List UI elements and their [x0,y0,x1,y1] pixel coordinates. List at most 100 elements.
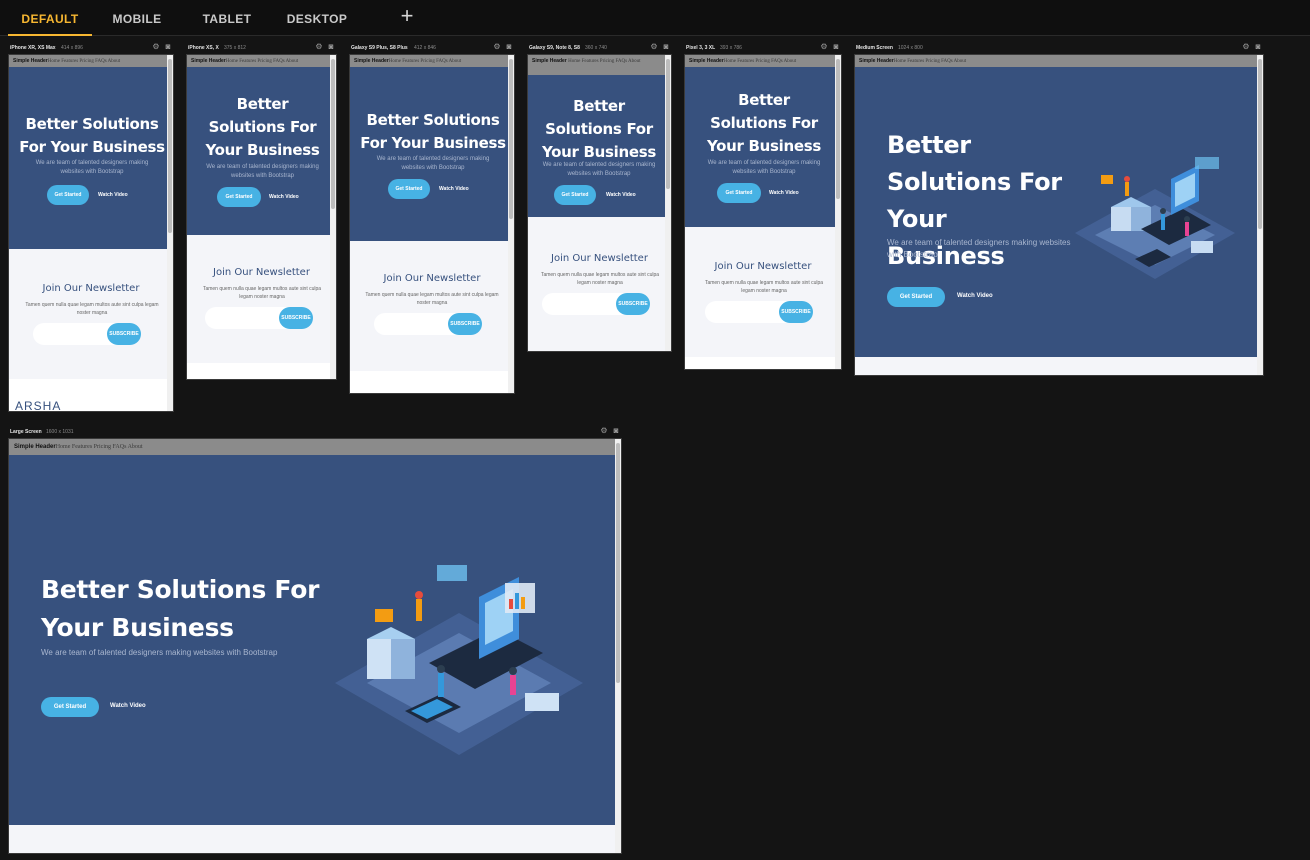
hero-title: Better Solutions For Your Business [541,97,657,161]
tab-desktop[interactable]: DESKTOP [280,0,354,36]
device-frame-galaxy-s9-plus: Galaxy S9 Plus, S8 Plus 412 x 846 ⚙ ◙ Sim… [349,42,515,394]
watch-video-button[interactable]: Watch Video [98,192,128,198]
scrollbar[interactable] [1257,55,1263,375]
subscribe-button[interactable]: SUBSCRIBE [448,313,482,335]
site-brand[interactable]: Simple Header [14,444,56,450]
device-size: 360 x 740 [585,45,607,51]
device-frame-pixel-3: Pixel 3, 3 XL 393 x 786 ⚙ ◙ Simple Header… [684,42,842,370]
gear-icon[interactable]: ⚙ [152,43,160,51]
hero-title: Better Solutions For Your Business [360,111,506,152]
camera-icon[interactable]: ◙ [327,43,335,51]
get-started-button[interactable]: Get Started [41,697,99,717]
hero-subtitle: We are team of talented designers making… [542,162,656,177]
hero-section: Better Solutions For Your Business We ar… [685,67,841,227]
watch-video-button[interactable]: Watch Video [769,190,799,196]
subscribe-button[interactable]: SUBSCRIBE [107,323,141,345]
device-size: 412 x 846 [414,45,436,51]
subscribe-button[interactable]: SUBSCRIBE [779,301,813,323]
subscribe-button[interactable]: SUBSCRIBE [616,293,650,315]
scrollbar[interactable] [835,55,841,369]
gear-icon[interactable]: ⚙ [493,43,501,51]
get-started-button[interactable]: Get Started [388,179,430,199]
site-nav[interactable]: Home Features Pricing FAQs About [724,59,796,64]
gear-icon[interactable]: ⚙ [315,43,323,51]
hero-section: Better Solutions For Your Business We ar… [187,67,336,235]
device-frame-large-screen: Large Screen 1600 x 1031 ⚙ ◙ Simple Heade… [8,426,622,854]
scrollbar[interactable] [615,439,621,853]
tab-default[interactable]: DEFAULT [8,0,92,36]
device-frame-iphone-xs: iPhone XS, X 375 x 812 ⚙ ◙ Simple HeaderH… [186,42,337,380]
footer-section [187,363,332,379]
site-nav[interactable]: Home Features Pricing FAQs About [56,444,143,450]
device-name: Galaxy S9 Plus, S8 Plus [351,45,408,51]
tab-tablet[interactable]: TABLET [190,0,264,36]
site-nav[interactable]: Home Features Pricing FAQs About [568,59,640,64]
get-started-button[interactable]: Get Started [554,185,596,205]
gear-icon[interactable]: ⚙ [820,43,828,51]
tab-mobile[interactable]: MOBILE [100,0,174,36]
add-tab-button[interactable]: + [396,5,418,28]
subscribe-button[interactable]: SUBSCRIBE [279,307,313,329]
site-nav[interactable]: Home Features Pricing FAQs About [389,59,461,64]
viewport: Simple HeaderHome Features Pricing FAQs … [684,54,842,370]
camera-icon[interactable]: ◙ [662,43,670,51]
watch-video-button[interactable]: Watch Video [957,293,993,299]
camera-icon[interactable]: ◙ [164,43,172,51]
device-name: Pixel 3, 3 XL [686,45,716,51]
newsletter-title: Join Our Newsletter [714,261,812,272]
gear-icon[interactable]: ⚙ [1242,43,1250,51]
newsletter-text: Tamen quem nulla quae legam multos aute … [202,286,322,300]
newsletter-text: Tamen quem nulla quae legam multos aute … [704,280,824,294]
hero-subtitle: We are team of talented designers making… [376,156,490,171]
watch-video-button[interactable]: Watch Video [269,194,299,200]
get-started-button[interactable]: Get Started [47,185,89,205]
camera-icon[interactable]: ◙ [505,43,513,51]
viewport: Simple HeaderHome Features Pricing FAQs … [854,54,1264,376]
hero-title: Better Solutions For Your Business [706,91,822,155]
device-name: Medium Screen [856,45,893,51]
device-name: Large Screen [10,429,42,435]
scrollbar[interactable] [330,55,336,379]
hero-subtitle: We are team of talented designers making… [41,648,278,657]
viewport: Simple HeaderHome Features Pricing FAQs … [8,54,174,412]
camera-icon[interactable]: ◙ [832,43,840,51]
gear-icon[interactable]: ⚙ [600,427,608,435]
site-nav[interactable]: Home Features Pricing FAQs About [226,59,298,64]
site-header: Simple Header Home Features Pricing FAQs… [528,55,671,75]
get-started-button[interactable]: Get Started [887,287,945,307]
site-brand[interactable]: Simple Header [13,58,48,64]
hero-subtitle: We are team of talented designers making… [707,160,821,175]
site-brand[interactable]: Simple Header [532,58,567,64]
site-brand[interactable]: Simple Header [689,58,724,64]
site-brand[interactable]: Simple Header [191,58,226,64]
get-started-button[interactable]: Get Started [717,183,761,203]
site-nav[interactable]: Home Features Pricing FAQs About [894,59,966,64]
gear-icon[interactable]: ⚙ [650,43,658,51]
newsletter-text: Tamen quem nulla quae legam multos aute … [540,272,660,286]
device-size: 1600 x 1031 [46,429,74,435]
site-brand[interactable]: Simple Header [859,58,894,64]
scrollbar[interactable] [508,55,514,393]
camera-icon[interactable]: ◙ [612,427,620,435]
scrollbar[interactable] [665,55,671,351]
viewport: Simple HeaderHome Features Pricing FAQs … [349,54,515,394]
device-name: Galaxy S9, Note 8, S8 [529,45,580,51]
watch-video-button[interactable]: Watch Video [439,186,469,192]
site-nav[interactable]: Home Features Pricing FAQs About [48,59,120,64]
device-name: iPhone XR, XS Max [10,45,56,51]
get-started-button[interactable]: Get Started [217,187,261,207]
hero-subtitle: We are team of talented designers making… [35,160,149,175]
site-header: Simple HeaderHome Features Pricing FAQs … [9,439,621,456]
device-size: 1024 x 800 [898,45,923,51]
site-brand[interactable]: Simple Header [354,58,389,64]
scrollbar[interactable] [167,55,173,411]
device-frame-galaxy-s9: Galaxy S9, Note 8, S8 360 x 740 ⚙ ◙ Simpl… [527,42,672,352]
camera-icon[interactable]: ◙ [1254,43,1262,51]
hero-section: Better Solutions For Your Business We ar… [350,67,514,241]
hero-title: Better Solutions For Your Business [205,95,320,159]
watch-video-button[interactable]: Watch Video [110,703,146,709]
watch-video-button[interactable]: Watch Video [606,192,636,198]
newsletter-title: Join Our Newsletter [551,253,648,264]
viewport: Simple HeaderHome Features Pricing FAQs … [186,54,337,380]
device-size: 414 x 896 [61,45,83,51]
